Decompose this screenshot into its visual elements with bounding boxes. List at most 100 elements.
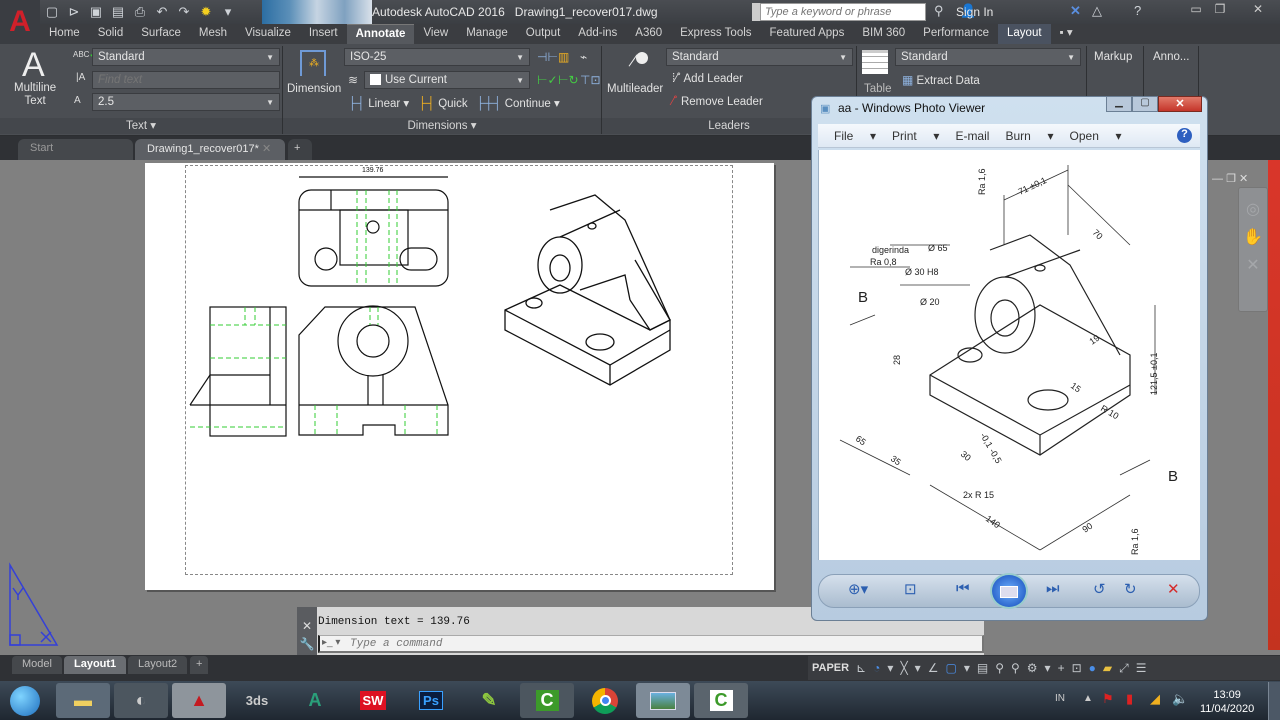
search-input[interactable] [760, 3, 926, 21]
open-icon[interactable]: ⊳ [66, 4, 82, 20]
multileader-button[interactable]: Multileader [607, 83, 663, 95]
drawing-tab[interactable]: Drawing1_recover017* ✕ [135, 139, 285, 160]
units-icon[interactable]: ⊡ [1072, 661, 1082, 675]
annotation-scaling-panel-button[interactable]: Anno... [1153, 51, 1189, 63]
multiline-text-button[interactable]: Multiline Text [14, 82, 56, 108]
ribbon-tab-insert[interactable]: Insert [300, 24, 347, 44]
search-expand-button[interactable] [752, 3, 760, 21]
auto-scale-icon[interactable]: ⚲ [1011, 661, 1020, 675]
redo-icon[interactable]: ↷ [176, 4, 192, 20]
lineweight-icon[interactable]: ▤ [977, 661, 988, 675]
power-icon[interactable]: ▮ [1126, 691, 1133, 707]
close-tab-icon[interactable]: ✕ [262, 143, 271, 155]
command-input[interactable] [318, 635, 984, 653]
ribbon-tab-home[interactable]: Home [40, 24, 89, 44]
ribbon-tab-surface[interactable]: Surface [132, 24, 190, 44]
command-line-grip[interactable]: ✕ 🔧 [297, 607, 317, 655]
sign-in-button[interactable]: Sign In [956, 5, 993, 19]
close-command-icon[interactable]: ✕ [297, 619, 317, 633]
steering-wheel-icon[interactable]: ◎ [1239, 196, 1267, 224]
continue-dimension-button[interactable]: ├┼┤ Continue ▾ [476, 96, 560, 110]
quick-dimension-button[interactable]: ├┤ Quick [418, 96, 468, 110]
text-style-select[interactable]: Standard ▼ [92, 48, 280, 66]
ribbon-tab-performance[interactable]: Performance [914, 24, 998, 44]
menu-open[interactable]: Open ▾ [1070, 129, 1122, 143]
layout2-tab[interactable]: Layout2 [128, 656, 188, 674]
start-button[interactable] [0, 683, 50, 718]
taskbar-coreldraw[interactable]: ✎ [462, 683, 516, 718]
dimension-button[interactable]: Dimension [287, 83, 341, 95]
customize-dropdown-icon[interactable]: ▾ [220, 4, 236, 20]
taskbar-recorder[interactable]: ◐ [114, 683, 168, 718]
object-snap-icon[interactable]: ▢ [945, 661, 956, 675]
pan-hand-icon[interactable]: ✋ [1239, 224, 1267, 252]
layout1-tab[interactable]: Layout1 [64, 656, 127, 674]
exchange-apps-icon[interactable]: ✕ [1070, 3, 1081, 19]
taskbar-camtasia[interactable]: C [520, 683, 574, 718]
slideshow-button[interactable] [990, 573, 1028, 609]
ribbon-tab-layout[interactable]: Layout [998, 24, 1051, 44]
isodraft-icon[interactable]: ╳ [900, 661, 907, 675]
start-tab[interactable]: Start [18, 139, 133, 160]
taskbar-camtasia-recorder[interactable]: C [694, 683, 748, 718]
volume-icon[interactable]: 🔈 [1172, 691, 1188, 707]
paper-space-toggle[interactable]: PAPER [812, 662, 849, 674]
reassociate-icon[interactable]: ⊤⊡ [580, 73, 601, 87]
ribbon-tab-solid[interactable]: Solid [89, 24, 133, 44]
close-button[interactable]: ✕ [1246, 2, 1270, 18]
ribbon-options-icon[interactable]: ▪ ▾ [1051, 24, 1082, 44]
add-leader-button[interactable]: ⁞⁄˚ Add Leader [672, 73, 743, 85]
text-panel-title[interactable]: Text ▾ [0, 118, 282, 134]
dimension-icon[interactable]: ⁂ [300, 50, 326, 76]
zoom-extents-icon[interactable]: ✕ [1239, 252, 1267, 280]
sun-icon[interactable]: ✹ [198, 4, 214, 20]
next-icon[interactable]: ⏭ [1046, 580, 1060, 597]
command-prompt-icon[interactable]: ▸_ ▾ [322, 637, 340, 648]
markup-panel-button[interactable]: Markup [1094, 51, 1132, 63]
binoculars-icon[interactable]: ⚲ [934, 3, 944, 19]
action-center-icon[interactable]: ⚑ [1102, 691, 1114, 707]
multiline-text-icon[interactable]: A [22, 46, 45, 85]
linear-dimension-button[interactable]: ├┤ Linear ▾ [348, 96, 409, 110]
taskbar-autocad-architecture[interactable]: A [288, 683, 342, 718]
workspace-gear-icon[interactable]: ⚙ [1027, 661, 1038, 675]
annotation-visibility-icon[interactable]: ⚲ [995, 661, 1004, 675]
table-style-select[interactable]: Standard ▼ [895, 48, 1081, 66]
annotation-monitor-icon[interactable]: + [1058, 661, 1065, 675]
taskbar-3dsmax[interactable]: 3ds [230, 683, 284, 718]
restore-icon[interactable]: ❐ [1226, 173, 1236, 185]
zoom-icon[interactable]: ⊕▾ [848, 580, 868, 598]
ribbon-tab-bim-360[interactable]: BIM 360 [853, 24, 914, 44]
minimize-button[interactable]: ▭ [1184, 2, 1208, 18]
dimension-layer-select[interactable]: Use Current ▼ [364, 71, 530, 89]
actual-size-icon[interactable]: ⊡ [904, 580, 917, 598]
multileader-icon[interactable] [622, 52, 650, 76]
taskbar-autocad[interactable]: ▲ [172, 683, 226, 718]
find-text-input[interactable] [92, 71, 280, 89]
ortho-icon[interactable]: ⊾ [856, 661, 866, 675]
close-icon[interactable]: ✕ [1239, 173, 1248, 185]
rotate-counterclockwise-icon[interactable]: ↺ [1093, 580, 1106, 598]
previous-icon[interactable]: ⏮ [956, 580, 970, 597]
language-indicator[interactable]: IN [1055, 693, 1065, 704]
ribbon-tab-featured-apps[interactable]: Featured Apps [761, 24, 854, 44]
ribbon-tab-add-ins[interactable]: Add-ins [569, 24, 626, 44]
customize-wrench-icon[interactable]: 🔧 [297, 637, 317, 651]
menu-print[interactable]: Print ▾ [892, 129, 939, 143]
taskbar-chrome[interactable] [578, 683, 632, 718]
help-icon[interactable]: ? [1134, 3, 1141, 18]
menu-email[interactable]: E-mail [955, 129, 989, 143]
pv-close-button[interactable]: ✕ [1158, 96, 1202, 112]
rotate-clockwise-icon[interactable]: ↻ [1124, 580, 1137, 598]
ribbon-tab-annotate[interactable]: Annotate [346, 24, 415, 44]
taskbar-photoshop[interactable]: Ps [404, 683, 458, 718]
add-layout-button[interactable]: + [190, 656, 209, 674]
inspect-icon[interactable]: ⊢✓ [537, 73, 558, 87]
ribbon-tab-mesh[interactable]: Mesh [190, 24, 236, 44]
isolate-objects-icon[interactable]: ▰ [1103, 661, 1112, 675]
delete-icon[interactable]: ✕ [1167, 580, 1180, 598]
menu-file[interactable]: File ▾ [834, 129, 876, 143]
dimension-style-select[interactable]: ISO-25 ▼ [344, 48, 530, 66]
table-icon[interactable] [862, 50, 888, 74]
network-icon[interactable]: ◢ [1150, 691, 1160, 707]
